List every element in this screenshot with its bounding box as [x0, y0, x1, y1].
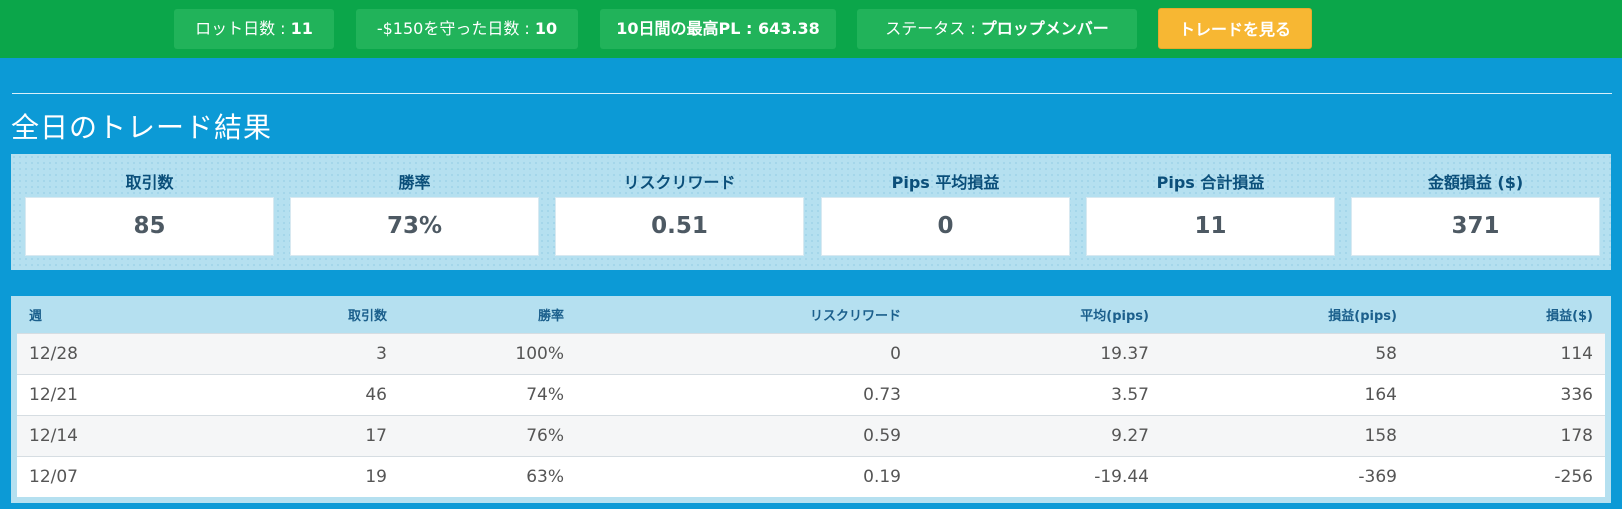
cell-risk-reward: 0.73: [863, 384, 901, 405]
summary-value: 73%: [290, 197, 539, 256]
cell-pl-pips: -369: [1358, 466, 1397, 487]
best-pl-value: 643.38: [757, 19, 820, 38]
table-row: 12/14 17 76% 0.59 9.27 158 178: [17, 415, 1605, 456]
cell-risk-reward: 0.59: [863, 425, 901, 446]
summary-label: Pips 合計損益: [1156, 173, 1265, 192]
column-header-avg-pips[interactable]: 平均(pips): [913, 296, 1161, 333]
cell-win-rate: 63%: [526, 466, 564, 487]
summary-value: 0.51: [555, 197, 804, 256]
column-header-week[interactable]: 週: [17, 296, 187, 333]
cell-trades: 17: [365, 425, 387, 446]
summary-value: 0: [821, 197, 1070, 256]
column-header-pl-pips[interactable]: 損益(pips): [1161, 296, 1409, 333]
summary-value: 371: [1351, 197, 1600, 256]
summary-value: 11: [1086, 197, 1335, 256]
section-divider: [12, 93, 1612, 94]
cell-trades: 19: [365, 466, 387, 487]
cell-win-rate: 100%: [515, 343, 564, 364]
cell-risk-reward: 0: [890, 343, 901, 364]
column-header-trades[interactable]: 取引数: [187, 296, 399, 333]
summary-label: 勝率: [398, 173, 431, 192]
column-header-pl-dollars[interactable]: 損益($): [1409, 296, 1605, 333]
cell-trades: 46: [365, 384, 387, 405]
table-row: 12/07 19 63% 0.19 -19.44 -369 -256: [17, 456, 1605, 497]
cell-pl-pips: 164: [1364, 384, 1397, 405]
section-title: 全日のトレード結果: [11, 111, 273, 144]
cell-trades: 3: [376, 343, 387, 364]
guard-days-badge: -$150を守った日数 : 10: [356, 9, 578, 49]
summary-panel: 取引数 85 勝率 73% リスクリワード 0.51 Pips 平均損益 0 P…: [11, 154, 1611, 270]
status-value: プロップメンバー: [980, 19, 1109, 38]
lot-days-label: ロット日数 :: [195, 19, 291, 38]
table-header-row: 週 取引数 勝率 リスクリワード 平均(pips) 損益(pips) 損益($): [17, 296, 1605, 333]
cell-win-rate: 74%: [526, 384, 564, 405]
weekly-results-table-container: 週 取引数 勝率 リスクリワード 平均(pips) 損益(pips) 損益($)…: [11, 296, 1611, 503]
cell-pl-dollars: -256: [1554, 466, 1593, 487]
column-header-win-rate[interactable]: 勝率: [399, 296, 576, 333]
cell-win-rate: 76%: [526, 425, 564, 446]
best-pl-badge: 10日間の最高PL : 643.38: [600, 9, 836, 49]
summary-card-amount-pl: 金額損益 ($) 371: [1351, 154, 1600, 270]
cell-avg-pips: 3.57: [1111, 384, 1149, 405]
guard-days-label: -$150を守った日数 :: [376, 19, 535, 38]
summary-card-avg-pips: Pips 平均損益 0: [821, 154, 1070, 270]
best-pl-label: 10日間の最高PL :: [616, 19, 758, 38]
summary-label: リスクリワード: [623, 173, 736, 192]
cell-week: 12/14: [29, 425, 78, 446]
top-status-bar: ロット日数 : 11 -$150を守った日数 : 10 10日間の最高PL : …: [0, 0, 1622, 58]
cell-pl-pips: 158: [1364, 425, 1397, 446]
lot-days-value: 11: [290, 19, 313, 38]
status-label: ステータス :: [885, 19, 981, 38]
cell-pl-dollars: 178: [1560, 425, 1593, 446]
status-badge: ステータス : プロップメンバー: [857, 9, 1137, 49]
weekly-results-table: 週 取引数 勝率 リスクリワード 平均(pips) 損益(pips) 損益($)…: [17, 296, 1605, 497]
table-row: 12/28 3 100% 0 19.37 58 114: [17, 333, 1605, 374]
cell-risk-reward: 0.19: [863, 466, 901, 487]
summary-card-risk-reward: リスクリワード 0.51: [555, 154, 804, 270]
summary-card-trades: 取引数 85: [25, 154, 274, 270]
summary-label: Pips 平均損益: [891, 173, 1000, 192]
summary-card-win-rate: 勝率 73%: [290, 154, 539, 270]
summary-value: 85: [25, 197, 274, 256]
cell-week: 12/07: [29, 466, 78, 487]
guard-days-value: 10: [534, 19, 558, 38]
cell-pl-pips: 58: [1375, 343, 1397, 364]
summary-label: 金額損益 ($): [1427, 173, 1524, 192]
cell-week: 12/28: [29, 343, 78, 364]
cell-pl-dollars: 114: [1560, 343, 1593, 364]
view-trades-button[interactable]: トレードを見る: [1158, 8, 1312, 49]
cell-avg-pips: 19.37: [1100, 343, 1149, 364]
lot-days-badge: ロット日数 : 11: [174, 9, 334, 49]
cell-week: 12/21: [29, 384, 78, 405]
summary-label: 取引数: [125, 173, 174, 192]
column-header-risk-reward[interactable]: リスクリワード: [576, 296, 913, 333]
table-row: 12/21 46 74% 0.73 3.57 164 336: [17, 374, 1605, 415]
cell-avg-pips: 9.27: [1111, 425, 1149, 446]
cell-avg-pips: -19.44: [1094, 466, 1149, 487]
cell-pl-dollars: 336: [1560, 384, 1593, 405]
summary-card-total-pips: Pips 合計損益 11: [1086, 154, 1335, 270]
